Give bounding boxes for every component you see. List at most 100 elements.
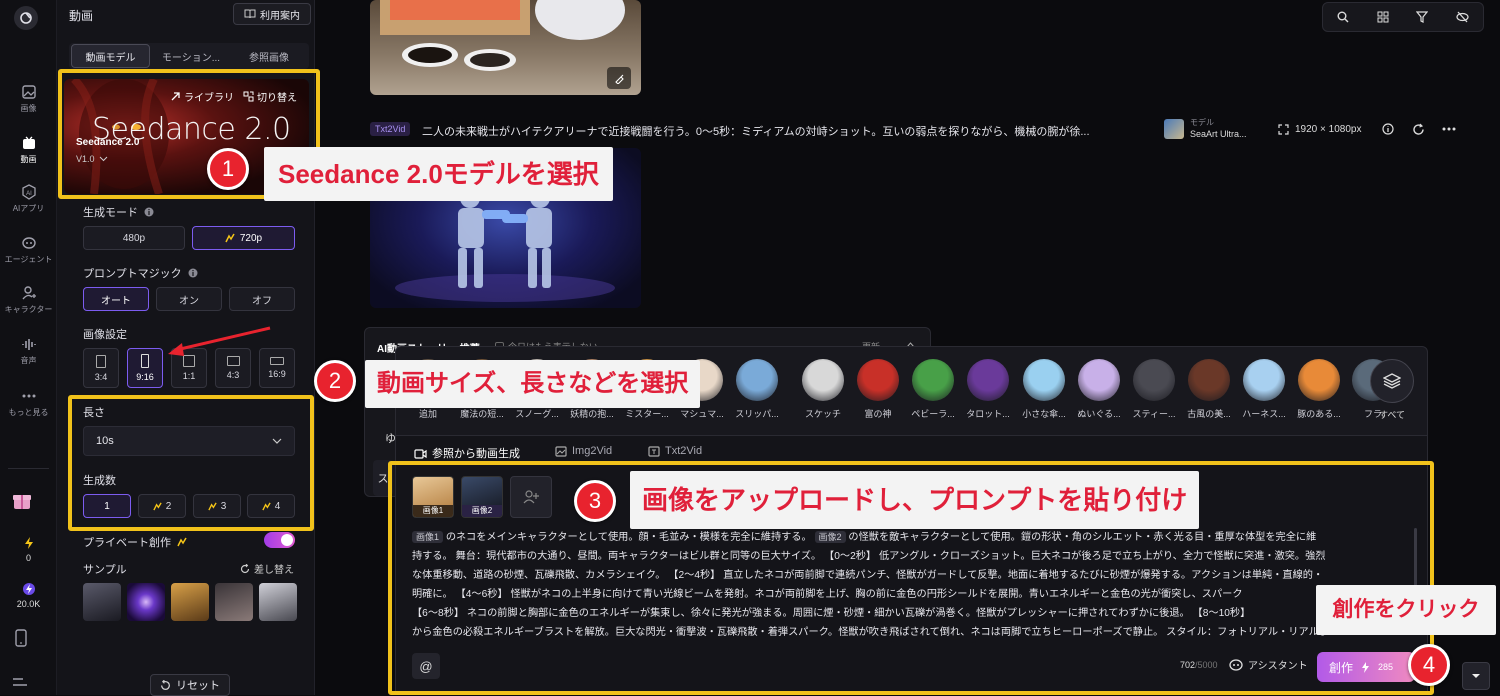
stat-value: 20.0K [16, 599, 41, 609]
sample-thumb-5[interactable] [259, 583, 297, 621]
feed-model-caption: モデル [1190, 118, 1214, 127]
shuffle-button[interactable]: 差し替え [240, 561, 294, 576]
edit-brush-icon[interactable] [607, 67, 631, 89]
rail-label: エージェント [4, 255, 53, 264]
style-item[interactable]: ペビーラ... [910, 359, 956, 420]
gift-icon[interactable] [10, 488, 34, 512]
style-item[interactable]: タロット... [965, 359, 1011, 420]
composer-tab-img2vid[interactable]: Img2Vid [555, 445, 612, 457]
ratio-label: 3:4 [94, 371, 108, 382]
tab-label: 参照から動画生成 [432, 448, 520, 460]
rail-item-audio[interactable]: 音声 [0, 336, 57, 366]
ai-app-icon: AI [21, 184, 36, 200]
step-marker-3: 3 [574, 480, 616, 522]
guide-button[interactable]: 利用案内 [233, 3, 311, 25]
style-thumbnail [1188, 359, 1230, 401]
menu-icon[interactable] [12, 676, 28, 694]
style-item[interactable]: ハーネス... [1241, 359, 1287, 420]
ratio-shape [141, 354, 149, 368]
style-thumbnail [1133, 359, 1175, 401]
gem-lightning-icon [22, 583, 35, 595]
style-item[interactable]: 豚のある... [1296, 359, 1342, 420]
video-icon [22, 136, 35, 149]
filter-icon[interactable] [1416, 11, 1429, 23]
info-icon [144, 207, 154, 217]
tab-label: Img2Vid [572, 445, 613, 457]
rail-item-more[interactable]: もっと見る [0, 388, 57, 418]
sample-label: サンプル [83, 564, 127, 576]
private-toggle[interactable] [264, 532, 295, 548]
rail-divider [8, 468, 49, 469]
private-label: プライベート創作 [83, 534, 187, 550]
left-rail: 画像 動画 AI AIアプリ エージェント キャラクター 音声 もっと見る 0 … [0, 0, 57, 695]
composer-tab-txt2vid[interactable]: Txt2Vid [648, 445, 702, 457]
rail-item-video[interactable]: 動画 [0, 135, 57, 165]
red-arrow [168, 326, 271, 356]
ratio-label: 1:1 [182, 371, 196, 381]
res-720p-button[interactable]: 720p [192, 226, 295, 250]
res-480p-button[interactable]: 480p [83, 226, 185, 250]
style-item[interactable]: スリッパ... [734, 359, 780, 420]
expand-icon [1278, 124, 1289, 135]
tab-video-model[interactable]: 動画モデル [71, 44, 150, 68]
eye-off-icon[interactable] [1456, 11, 1469, 23]
stat-value: 0 [25, 553, 31, 563]
style-label: 富の神 [864, 409, 892, 419]
rail-item-ai-app[interactable]: AI AIアプリ [0, 184, 57, 214]
feed-model-avatar [1164, 119, 1184, 139]
ratio-3-4-button[interactable]: 3:4 [83, 348, 119, 388]
ratio-label: 9:16 [136, 372, 154, 382]
style-thumbnail [736, 359, 778, 401]
style-item[interactable]: ぬいぐる... [1076, 359, 1122, 420]
regenerate-icon[interactable] [1412, 123, 1425, 136]
layers-icon [1370, 359, 1414, 403]
tab-motion[interactable]: モーション... [152, 44, 230, 68]
magic-auto-button[interactable]: オート [83, 287, 149, 311]
style-item[interactable]: 古風の美... [1186, 359, 1232, 420]
app-logo-icon[interactable] [14, 6, 38, 30]
magic-off-button[interactable]: オフ [229, 287, 295, 311]
style-label: ミスター... [625, 409, 669, 419]
rail-label: 画像 [20, 104, 37, 113]
feed-prompt[interactable]: 二人の未来戦士がハイテクアリーナで近接戦闘を行う。0〜5秒：ミディアムの対峙ショ… [422, 123, 1150, 139]
feed-model-name[interactable]: SeaArt Ultra... [1190, 129, 1247, 139]
style-thumbnail [912, 359, 954, 401]
sample-thumb-2[interactable] [127, 583, 165, 621]
more-icon[interactable] [1442, 127, 1456, 131]
collapse-button[interactable] [1462, 662, 1490, 690]
magic-on-button[interactable]: オン [156, 287, 222, 311]
tab-reference-image[interactable]: 参照画像 [230, 44, 308, 68]
rail-item-character[interactable]: キャラクター [0, 285, 57, 315]
feed-tag: Txt2Vid [370, 122, 411, 136]
rail-item-image[interactable]: 画像 [0, 84, 57, 114]
style-item[interactable]: 富の神 [855, 359, 901, 420]
style-label: 小さな傘... [1022, 409, 1066, 419]
sample-thumb-3[interactable] [171, 583, 209, 621]
ratio-9-16-button[interactable]: 9:16 [127, 348, 163, 388]
rail-label: 動画 [20, 155, 37, 164]
svg-text:AI: AI [26, 191, 32, 197]
composer-tab-ref[interactable]: 参照から動画生成 [414, 445, 520, 461]
top-toolbar [1322, 2, 1484, 32]
style-item[interactable]: 小さな傘... [1021, 359, 1067, 420]
rail-item-agent[interactable]: エージェント [0, 235, 57, 265]
toggle-knob [281, 534, 293, 546]
search-icon[interactable] [1337, 11, 1349, 23]
style-item[interactable]: スケッチ [800, 359, 846, 420]
agent-icon [21, 237, 36, 249]
reset-button[interactable]: リセット [150, 674, 230, 696]
info-icon[interactable] [1382, 123, 1394, 135]
sample-thumb-4[interactable] [215, 583, 253, 621]
rail-stat-2[interactable]: 20.0K [0, 582, 57, 609]
style-thumbnail [802, 359, 844, 401]
grid-icon[interactable] [1377, 11, 1389, 23]
mobile-icon[interactable] [14, 629, 28, 652]
character-icon [21, 286, 36, 300]
all-styles-button[interactable]: すべて [1369, 359, 1415, 421]
video-ref-icon [414, 448, 427, 459]
ratio-shape [96, 354, 106, 368]
sample-thumb-1[interactable] [83, 583, 121, 621]
feed-image-sushi[interactable] [370, 0, 641, 95]
style-item[interactable]: スティー... [1131, 359, 1177, 420]
rail-stat-1[interactable]: 0 [0, 536, 57, 563]
